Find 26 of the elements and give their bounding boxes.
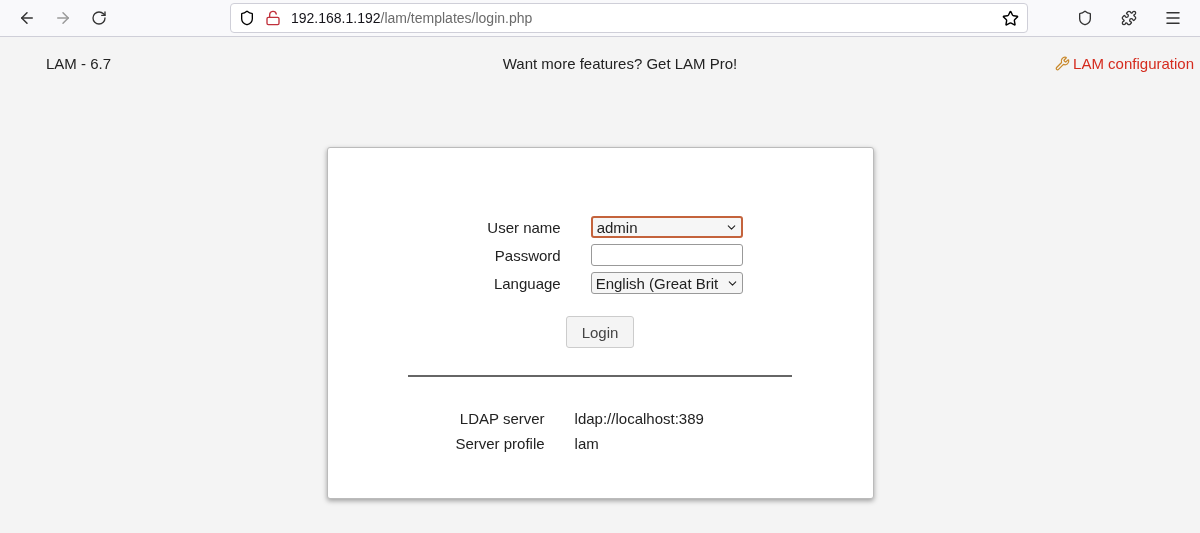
wrench-icon: [1055, 56, 1071, 71]
url-path: /lam/templates/login.php: [380, 10, 533, 26]
back-icon[interactable]: [18, 9, 36, 27]
select-field[interactable]: English (Great Brit: [590, 272, 743, 294]
shield-icon: [239, 10, 255, 26]
login-button[interactable]: Login: [566, 316, 634, 348]
menu-icon[interactable]: [1164, 9, 1182, 27]
star-icon[interactable]: [1002, 9, 1019, 27]
info-label: Server profile: [455, 435, 545, 452]
url-host: 192.168.1.192: [291, 10, 381, 26]
select-field[interactable]: admin: [590, 216, 743, 238]
promo-text: Want more features? Get LAM Pro!: [502, 55, 738, 72]
lock-icon: [265, 10, 281, 26]
config-link[interactable]: LAM configuration: [1055, 55, 1194, 72]
info-value: lam: [574, 435, 600, 452]
info-label: LDAP server: [458, 410, 545, 427]
version-label: LAM - 6.7: [46, 55, 113, 72]
info-value: ldap://localhost:389: [574, 410, 705, 427]
field-label: User name: [487, 218, 561, 236]
reload-icon[interactable]: [91, 10, 107, 26]
address-bar[interactable]: 192.168.1.192/lam/templates/login.php: [230, 3, 1028, 33]
field-label: Password: [493, 246, 561, 264]
forward-icon[interactable]: [54, 9, 72, 27]
puzzle-icon[interactable]: [1121, 10, 1137, 26]
password-field[interactable]: [590, 244, 743, 266]
field-label: Language: [492, 274, 561, 292]
